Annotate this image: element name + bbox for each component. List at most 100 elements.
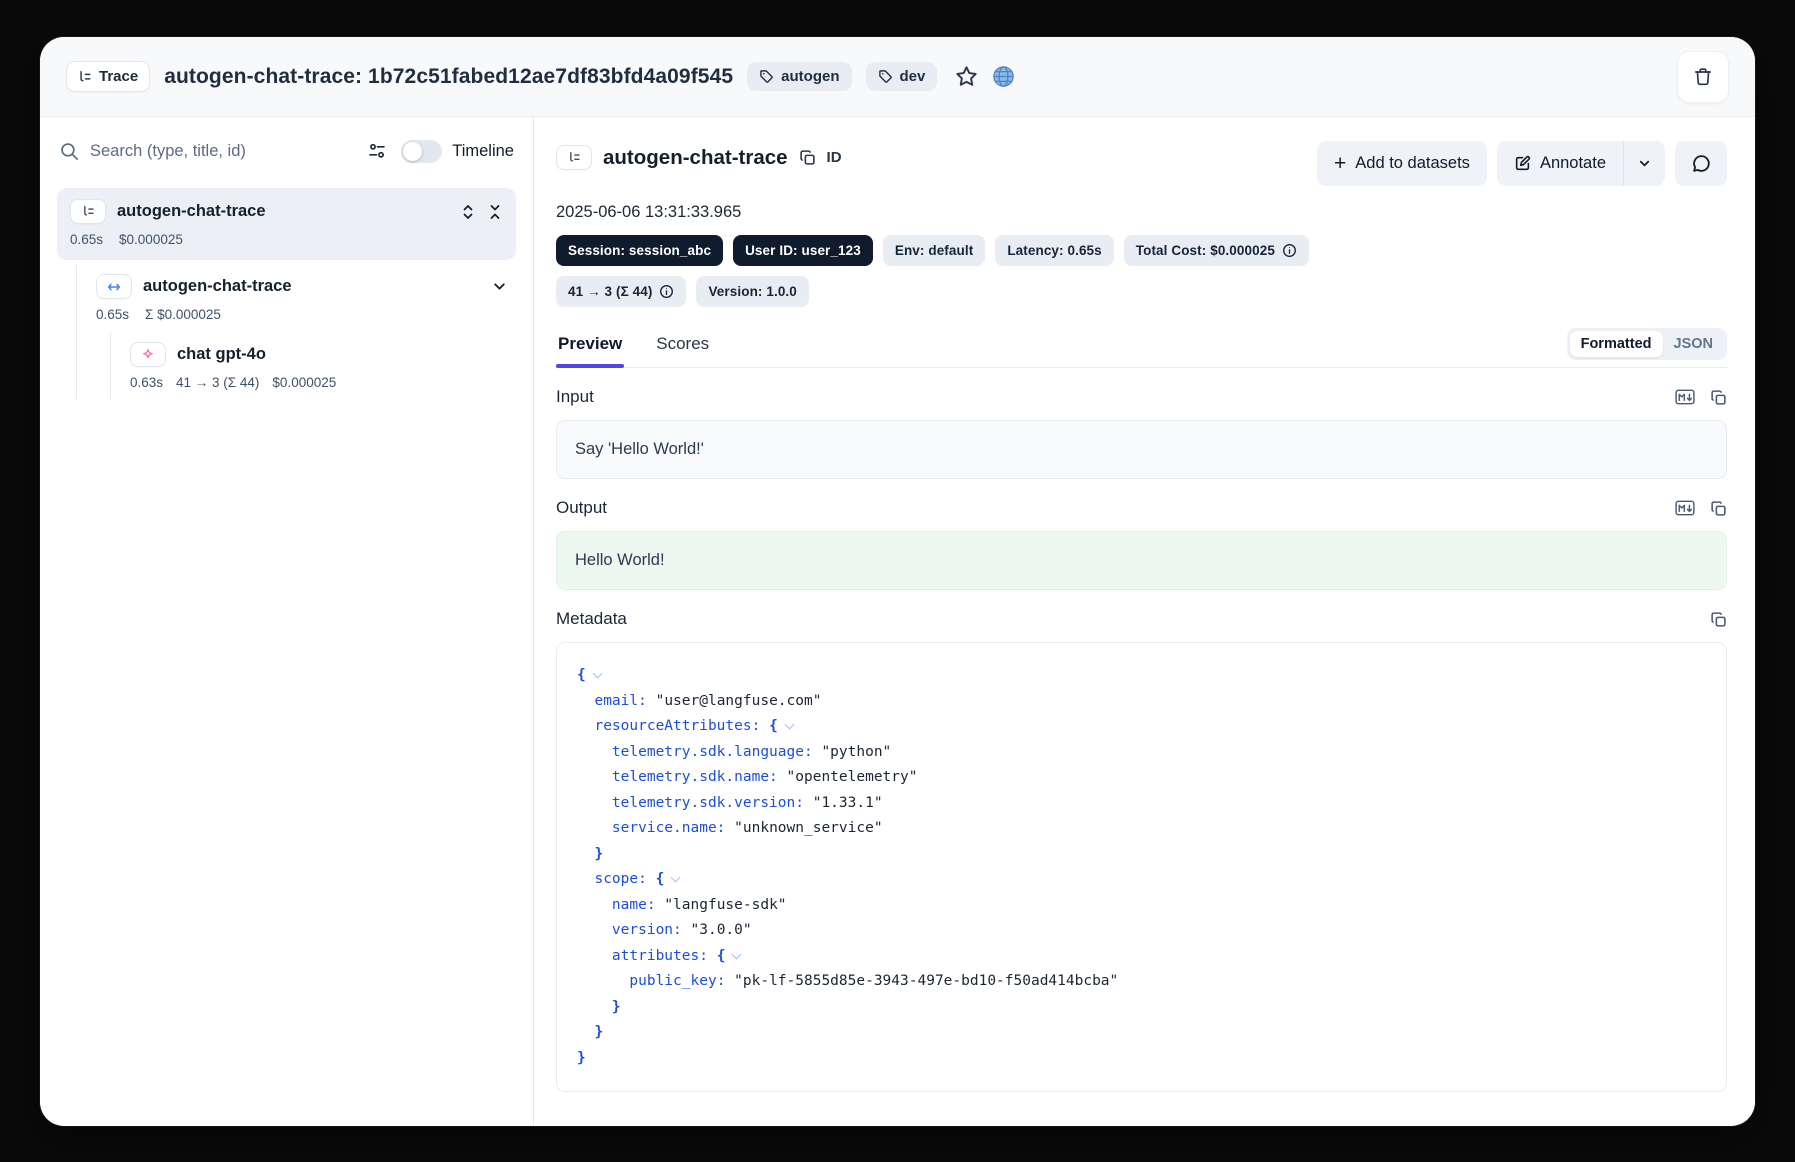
copy-icon[interactable] [1710, 389, 1727, 406]
tree-node-title: autogen-chat-trace [143, 277, 292, 296]
json-line: name: "langfuse-sdk" [577, 893, 1706, 919]
user-id-badge[interactable]: User ID: user_123 [733, 235, 873, 266]
format-toggle-formatted[interactable]: Formatted [1570, 331, 1663, 357]
trace-tree-sidebar: Timeline autogen-chat-trace [40, 117, 534, 1126]
json-line: } [577, 1046, 1706, 1072]
chevron-down-icon[interactable] [491, 278, 508, 295]
version-badge: Version: 1.0.0 [696, 276, 808, 307]
globe-icon[interactable] [992, 65, 1015, 88]
tree-icon [568, 151, 581, 164]
copy-icon[interactable] [1710, 500, 1727, 517]
total-cost-badge: Total Cost: $0.000025 [1124, 235, 1309, 266]
trace-metadata-badges-row1: Session: session_abc User ID: user_123 E… [556, 235, 1727, 266]
generation-node-badge [130, 342, 166, 367]
tree-node-title: chat gpt-4o [177, 345, 266, 364]
tag-label: autogen [781, 68, 839, 85]
collapse-chevron-icon[interactable] [732, 949, 742, 959]
collapse-chevron-icon[interactable] [592, 669, 602, 679]
metadata-label: Metadata [556, 609, 627, 629]
node-cost: Σ $0.000025 [145, 307, 221, 322]
search-input[interactable] [90, 142, 357, 161]
trace-detail-panel: autogen-chat-trace ID + Add to datasets [534, 117, 1755, 1126]
node-cost: $0.000025 [272, 375, 336, 390]
trace-badge-label: Trace [99, 68, 138, 85]
tree-icon [82, 205, 95, 218]
delete-trace-button[interactable] [1677, 51, 1729, 103]
trace-node-badge [70, 199, 106, 224]
tree-node-generation[interactable]: chat gpt-4o 0.63s 41 → 3 (Σ 44) $0.00002… [122, 333, 516, 399]
json-line: public_key: "pk-lf-5855d85e-3943-497e-bd… [577, 969, 1706, 995]
trash-icon [1693, 67, 1713, 87]
pencil-square-icon [1514, 155, 1531, 172]
json-line: } [577, 995, 1706, 1021]
trace-timestamp: 2025-06-06 13:31:33.965 [556, 203, 1727, 222]
observation-tree: autogen-chat-trace [57, 188, 516, 399]
markdown-toggle-icon[interactable] [1675, 389, 1695, 405]
expand-all-icon[interactable] [460, 204, 476, 220]
trace-type-badge: Trace [66, 61, 150, 92]
token-usage-badge: 41 → 3 (Σ 44) [556, 276, 686, 307]
tab-preview[interactable]: Preview [556, 334, 624, 367]
copy-id-icon[interactable] [799, 149, 816, 166]
node-cost: $0.000025 [119, 232, 183, 247]
json-line: telemetry.sdk.version: "1.33.1" [577, 791, 1706, 817]
json-line: resourceAttributes: { [577, 714, 1706, 740]
json-line: attributes: { [577, 944, 1706, 970]
trace-name: autogen-chat-trace [603, 146, 788, 170]
generation-sparkle-icon [141, 348, 155, 362]
trace-header: Trace autogen-chat-trace: 1b72c51fabed12… [40, 37, 1755, 117]
output-label: Output [556, 498, 607, 518]
timeline-toggle[interactable] [401, 140, 442, 163]
json-line: } [577, 1020, 1706, 1046]
json-line: scope: { [577, 867, 1706, 893]
comments-button[interactable] [1675, 141, 1727, 186]
node-duration: 0.65s [96, 307, 129, 322]
format-toggle-json[interactable]: JSON [1663, 331, 1725, 357]
trace-detail-window: Trace autogen-chat-trace: 1b72c51fabed12… [40, 37, 1755, 1126]
json-line: email: "user@langfuse.com" [577, 689, 1706, 715]
collapse-chevron-icon[interactable] [671, 873, 681, 883]
env-badge: Env: default [883, 235, 985, 266]
node-duration: 0.63s [130, 375, 163, 390]
toggle-knob [403, 142, 422, 161]
collapse-all-icon[interactable] [487, 204, 503, 220]
tree-node-span[interactable]: autogen-chat-trace 0.65s Σ $0.000025 [88, 265, 516, 331]
annotate-button[interactable]: Annotate [1497, 141, 1623, 186]
tag-chip-dev[interactable]: dev [866, 62, 938, 91]
comment-bubble-icon [1692, 154, 1711, 173]
star-icon[interactable] [955, 65, 978, 88]
json-line: } [577, 842, 1706, 868]
json-line: { [577, 663, 1706, 689]
timeline-toggle-label: Timeline [452, 142, 514, 161]
chevron-down-icon [1637, 156, 1652, 171]
json-line: telemetry.sdk.language: "python" [577, 740, 1706, 766]
input-section: Input Say 'Hell [556, 387, 1727, 479]
copy-icon[interactable] [1710, 611, 1727, 628]
output-section: Output Hello Wo [556, 498, 1727, 590]
markdown-toggle-icon[interactable] [1675, 500, 1695, 516]
session-badge[interactable]: Session: session_abc [556, 235, 723, 266]
span-node-badge [96, 274, 132, 299]
input-label: Input [556, 387, 594, 407]
tag-chip-autogen[interactable]: autogen [747, 62, 851, 91]
tree-node-title: autogen-chat-trace [117, 202, 266, 221]
annotate-menu-button[interactable] [1624, 141, 1665, 186]
json-line: version: "3.0.0" [577, 918, 1706, 944]
tree-node-trace[interactable]: autogen-chat-trace [57, 188, 516, 260]
tabs-row: Preview Scores Formatted JSON [556, 328, 1727, 368]
info-icon[interactable] [659, 284, 674, 299]
input-content: Say 'Hello World!' [556, 420, 1727, 479]
filter-settings-icon[interactable] [367, 141, 387, 161]
output-content: Hello World! [556, 531, 1727, 590]
json-line: service.name: "unknown_service" [577, 816, 1706, 842]
collapse-chevron-icon[interactable] [784, 720, 794, 730]
plus-icon: + [1334, 153, 1346, 174]
search-icon [59, 141, 80, 162]
tab-scores[interactable]: Scores [654, 334, 711, 367]
info-icon[interactable] [1282, 243, 1297, 258]
annotate-split-button: Annotate [1497, 141, 1665, 186]
add-to-datasets-button[interactable]: + Add to datasets [1317, 141, 1487, 186]
span-arrows-icon [107, 280, 121, 294]
page-title: autogen-chat-trace: 1b72c51fabed12ae7df8… [164, 65, 733, 89]
trace-node-badge [556, 145, 592, 170]
